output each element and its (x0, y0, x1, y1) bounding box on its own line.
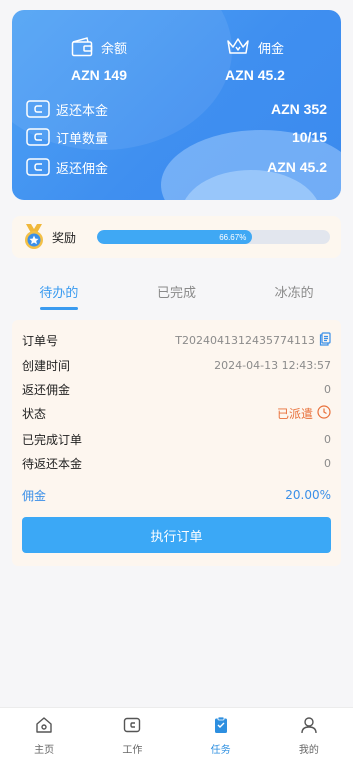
summary-row-value: AZN 352 (270, 101, 327, 117)
clock-icon (317, 404, 331, 422)
balance-stat: 余额 AZN 149 (34, 34, 164, 83)
order-number-label: 订单号 (22, 333, 59, 348)
created-time-row: 创建时间 2024-04-13 12:43:57 (22, 356, 331, 374)
order-number-value-wrap: T2024041312435774113 (175, 331, 331, 349)
clipboard-icon (212, 716, 230, 738)
user-icon (300, 716, 318, 738)
nav-item-tasks[interactable]: 任务 (177, 708, 265, 760)
wallet-icon (26, 128, 50, 146)
nav-label: 工作 (122, 745, 143, 756)
nav-item-profile[interactable]: 我的 (265, 708, 353, 760)
status-label: 状态 (22, 406, 47, 421)
crown-icon (226, 37, 250, 57)
commission-rate-row: 佣金 20.00% (22, 486, 331, 504)
copy-icon[interactable] (319, 331, 331, 349)
summary-row-label: 返还本金 (56, 103, 109, 119)
status-value-wrap: 已派遣 (276, 404, 331, 422)
reward-progress: 66.67% (97, 230, 330, 244)
pending-principal-row: 待返还本金 0 (22, 454, 331, 472)
commission-label: 佣金 (257, 41, 284, 57)
nav-label: 任务 (210, 745, 231, 756)
reward-label: 奖励 (52, 230, 77, 245)
commission-rate-label: 佣金 (22, 488, 47, 503)
created-time-label: 创建时间 (22, 358, 71, 373)
order-tabs: 待办的 已完成 冰冻的 (0, 282, 353, 312)
home-icon (35, 716, 53, 738)
return-commission-label: 返还佣金 (22, 382, 71, 397)
summary-row-return-commission: 返还佣金 AZN 45.2 (26, 156, 327, 178)
nav-item-home[interactable]: 主页 (0, 708, 88, 760)
summary-row-return-principal: 返还本金 AZN 352 (26, 98, 327, 120)
commission-rate-value: 20.00% (285, 488, 331, 502)
completed-orders-value: 0 (324, 432, 331, 446)
wallet-icon (26, 158, 50, 176)
completed-orders-row: 已完成订单 0 (22, 430, 331, 448)
tab-pending[interactable]: 待办的 (0, 282, 118, 312)
wallet-icon (123, 716, 141, 738)
wallet-icon (26, 100, 50, 118)
order-number-value: T2024041312435774113 (175, 333, 315, 347)
order-number-row: 订单号 T2024041312435774113 (22, 331, 331, 349)
execute-order-button[interactable]: 执行订单 (22, 517, 331, 553)
summary-card: 余额 AZN 149 佣金 AZN 45.2 返还本金 AZN 352 订单数量… (12, 10, 341, 200)
balance-label: 余额 (100, 41, 127, 57)
bottom-nav: 主页 工作 任务 我的 (0, 707, 353, 760)
status-row: 状态 已派遣 (22, 404, 331, 422)
reward-bar: 奖励 66.67% (12, 216, 341, 258)
return-commission-value: 0 (324, 382, 331, 396)
tab-frozen[interactable]: 冰冻的 (235, 282, 353, 312)
summary-row-value: AZN 45.2 (267, 159, 327, 175)
pending-principal-value: 0 (324, 456, 331, 470)
wallet-icon (71, 37, 93, 57)
created-time-value: 2024-04-13 12:43:57 (214, 358, 331, 372)
summary-row-value: 10/15 (291, 129, 327, 145)
reward-progress-text: 66.67% (219, 232, 247, 242)
pending-principal-label: 待返还本金 (22, 456, 83, 471)
nav-label: 主页 (34, 745, 55, 756)
commission-stat: 佣金 AZN 45.2 (190, 34, 320, 83)
completed-orders-label: 已完成订单 (22, 432, 83, 447)
commission-value: AZN 45.2 (225, 67, 285, 83)
nav-item-work[interactable]: 工作 (88, 708, 176, 760)
tab-completed[interactable]: 已完成 (118, 282, 236, 312)
return-commission-row: 返还佣金 0 (22, 380, 331, 398)
summary-row-label: 订单数量 (56, 131, 109, 147)
nav-label: 我的 (298, 745, 319, 756)
summary-row-label: 返还佣金 (56, 161, 109, 177)
balance-value: AZN 149 (70, 67, 128, 83)
status-value: 已派遣 (276, 406, 313, 421)
reward-progress-fill: 66.67% (97, 230, 253, 244)
order-card: 订单号 T2024041312435774113 创建时间 2024-04-13… (12, 320, 341, 566)
summary-row-order-count: 订单数量 10/15 (26, 126, 327, 148)
medal-icon (22, 223, 46, 251)
